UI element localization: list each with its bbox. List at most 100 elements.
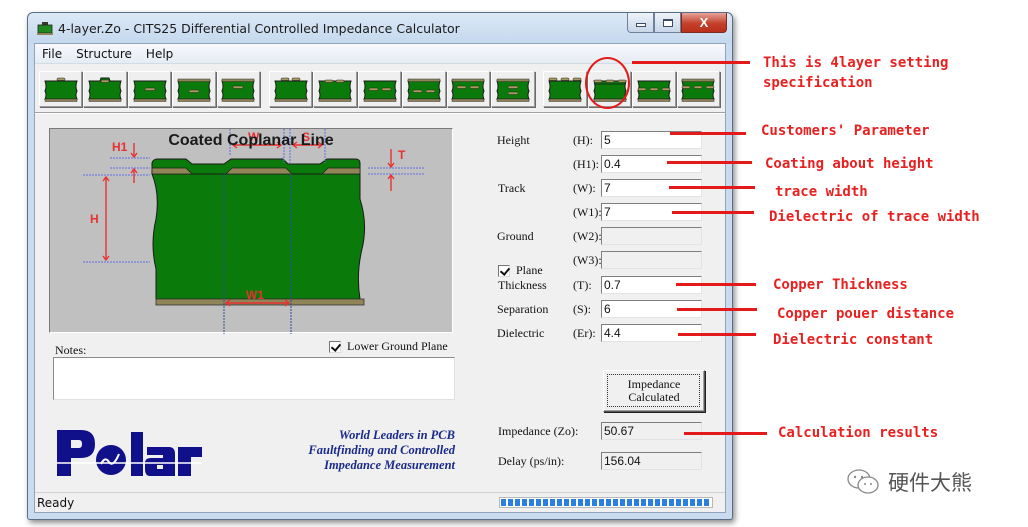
parameter-form: Height (H): (H1): Track (W): (W1): Groun… bbox=[491, 44, 721, 484]
status-text: Ready bbox=[37, 496, 75, 510]
annotation-dielectric-constant: Dielectric constant bbox=[773, 332, 934, 348]
height-h1-input[interactable] bbox=[601, 155, 702, 173]
diff-offset-stripline-icon bbox=[451, 78, 486, 102]
annotation-4layer-1: This is 4layer setting bbox=[763, 55, 949, 71]
annotation-line-trace bbox=[669, 186, 755, 189]
toolbar-button-diff-symmetric-stripline[interactable] bbox=[402, 71, 446, 107]
polar-logo: Polar bbox=[57, 430, 202, 476]
minimize-icon bbox=[635, 22, 646, 27]
annotation-line-4layer bbox=[632, 61, 750, 64]
lower-ground-plane-label: Lower Ground Plane bbox=[347, 339, 448, 353]
diff-surface-microstrip-icon bbox=[273, 77, 308, 102]
annotation-line-dielectric-constant bbox=[678, 333, 756, 336]
surface-microstrip-icon bbox=[43, 77, 78, 102]
thickness-label: Thickness bbox=[498, 278, 547, 292]
delay-value: 156.04 bbox=[601, 452, 702, 470]
delay-label: Delay (ps/in): bbox=[498, 454, 565, 468]
annotation-results: Calculation results bbox=[778, 425, 939, 441]
structure-diagram: W S H1 T H W1 Coated Coplanar Line bbox=[49, 128, 453, 334]
plane-label: Plane bbox=[516, 263, 543, 277]
annotation-line-coating bbox=[667, 161, 752, 164]
toolbar-button-offset-stripline[interactable] bbox=[216, 71, 261, 107]
tagline-line-1: World Leaders in PCB bbox=[338, 428, 455, 442]
watermark: 硬件大熊 bbox=[846, 467, 972, 497]
impedance-calculate-button[interactable]: Impedance Calculated bbox=[603, 370, 705, 412]
focus-ring bbox=[607, 374, 700, 407]
group-track-label: Track bbox=[498, 181, 526, 195]
progress-fill bbox=[501, 499, 711, 506]
coated-microstrip-icon bbox=[88, 77, 122, 102]
label-w1: W1 bbox=[246, 288, 264, 302]
tagline-line-3: Impedance Measurement bbox=[324, 458, 455, 472]
annotation-copper-pouer: Copper pouer distance bbox=[777, 306, 955, 322]
offset-stripline-icon bbox=[221, 78, 256, 102]
ground-w2-input bbox=[601, 227, 702, 245]
toolbar-button-diff-surface-microstrip[interactable] bbox=[269, 71, 313, 107]
dielectric-label: Dielectric bbox=[497, 326, 545, 340]
field-w-label: (W): bbox=[573, 181, 596, 195]
field-s-label: (S): bbox=[573, 302, 591, 316]
field-er-label: (Er): bbox=[573, 326, 596, 340]
field-h1-label: (H1): bbox=[573, 157, 599, 171]
notes-label: Notes: bbox=[55, 343, 87, 357]
field-w3-label: (W3): bbox=[573, 253, 602, 267]
diff-symmetric-stripline-icon bbox=[407, 78, 441, 102]
group-ground-label: Ground bbox=[497, 229, 534, 243]
diagram-graphic: W S H1 T H W1 bbox=[83, 129, 424, 334]
tagline: World Leaders in PCB Faultfinding and Co… bbox=[265, 428, 455, 473]
left-ground-copper bbox=[151, 167, 193, 175]
annotation-copper-thickness: Copper Thickness bbox=[773, 277, 908, 293]
wechat-icon bbox=[847, 469, 879, 494]
menu-structure[interactable]: Structure bbox=[69, 47, 139, 61]
diff-embedded-microstrip-icon bbox=[362, 80, 397, 102]
toolbar-button-diff-embedded-microstrip[interactable] bbox=[357, 71, 402, 107]
window-title: 4-layer.Zo - CITS25 Differential Control… bbox=[58, 21, 460, 36]
impedance-label: Impedance (Zo): bbox=[498, 424, 579, 438]
ground-w3-input bbox=[601, 251, 702, 269]
minimize-button[interactable] bbox=[627, 13, 654, 33]
toolbar-button-diff-coated-microstrip[interactable] bbox=[313, 71, 357, 107]
status-bar: Ready bbox=[35, 492, 725, 512]
signal-trace-copper bbox=[225, 167, 293, 175]
lower-ground-plane-checkbox[interactable]: Lower Ground Plane bbox=[329, 339, 448, 354]
impedance-value: 50.67 bbox=[601, 422, 702, 440]
close-icon: X bbox=[699, 15, 709, 30]
label-t: T bbox=[398, 148, 406, 162]
annotation-customers: Customers' Parameter bbox=[761, 123, 930, 139]
toolbar-button-coated-microstrip[interactable] bbox=[83, 71, 127, 107]
symmetric-stripline-icon bbox=[177, 78, 211, 102]
right-ground-copper bbox=[321, 167, 361, 175]
toolbar-button-embedded-microstrip[interactable] bbox=[127, 71, 172, 107]
annotation-line-copper-thickness bbox=[676, 283, 756, 286]
annotation-trace-width: trace width bbox=[775, 184, 868, 200]
dielectric-substrate bbox=[151, 173, 366, 300]
maximize-button[interactable] bbox=[654, 13, 681, 33]
annotation-dielectric-trace: Dielectric of trace width bbox=[769, 209, 980, 225]
annotation-line-customers bbox=[670, 132, 746, 135]
diagram-title: Coated Coplanar Line bbox=[168, 132, 334, 149]
toolbar-button-symmetric-stripline[interactable] bbox=[172, 71, 216, 107]
field-h-label: (H): bbox=[573, 133, 593, 147]
title-bar[interactable]: 4-layer.Zo - CITS25 Differential Control… bbox=[28, 13, 732, 43]
progress-bar bbox=[499, 497, 713, 508]
menu-help[interactable]: Help bbox=[139, 47, 180, 61]
group-height-label: Height bbox=[497, 133, 530, 147]
highlight-circle bbox=[585, 57, 630, 109]
diff-coated-microstrip-icon bbox=[318, 79, 352, 102]
watermark-text: 硬件大熊 bbox=[888, 471, 972, 495]
menu-file[interactable]: File bbox=[35, 47, 69, 61]
annotation-4layer-2: specification bbox=[763, 75, 873, 91]
polar-logo-text: Polar bbox=[57, 430, 95, 434]
close-button[interactable]: X bbox=[681, 13, 727, 33]
app-icon bbox=[37, 22, 53, 35]
checkbox-checked-icon[interactable] bbox=[329, 340, 341, 353]
field-t-label: (T): bbox=[573, 278, 592, 292]
checkbox-checked-icon[interactable] bbox=[498, 264, 510, 277]
toolbar-button-diff-offset-stripline[interactable] bbox=[446, 71, 491, 107]
notes-textarea[interactable] bbox=[53, 357, 455, 400]
label-h: H bbox=[90, 212, 99, 226]
plane-checkbox[interactable]: Plane bbox=[498, 263, 543, 278]
annotation-line-copper-pouer bbox=[677, 308, 757, 311]
toolbar-button-surface-microstrip[interactable] bbox=[39, 71, 83, 107]
field-w2-label: (W2): bbox=[573, 229, 602, 243]
